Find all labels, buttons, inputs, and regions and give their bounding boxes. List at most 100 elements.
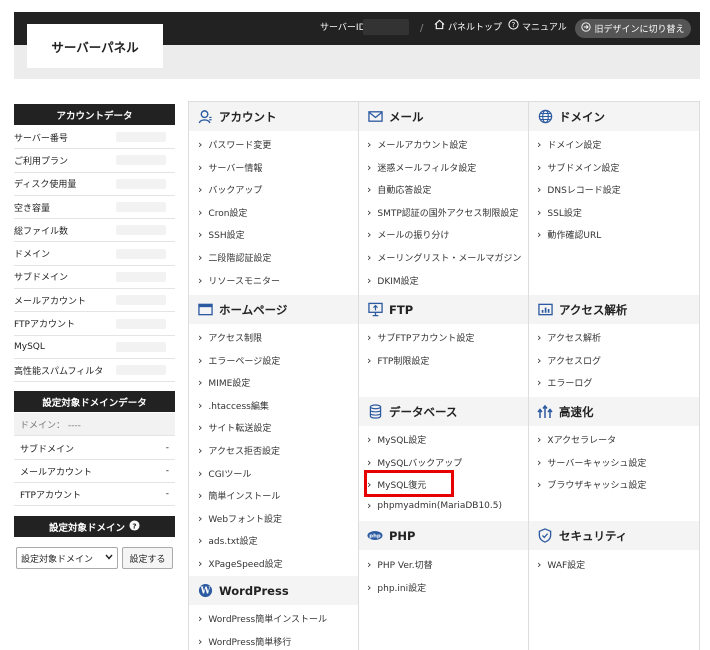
logo[interactable]: サーバーパネル: [27, 24, 163, 68]
nav-link-homepage[interactable]: サイト転送設定: [198, 421, 271, 434]
domain-data-value: -: [165, 443, 169, 453]
current-domain-row: ドメイン： ----: [14, 413, 175, 436]
nav-link-ftp[interactable]: サブFTPアカウント設定: [367, 331, 474, 344]
nav-link-domain[interactable]: 動作確認URL: [537, 228, 601, 241]
nav-link-domain[interactable]: サブドメイン設定: [537, 161, 619, 174]
old-design-button[interactable]: 旧デザインに切り替え: [575, 19, 691, 38]
nav-link-security[interactable]: WAF設定: [537, 558, 585, 571]
manual-link[interactable]: ? マニュアル: [508, 12, 567, 45]
nav-link-homepage[interactable]: エラーページ設定: [198, 354, 280, 367]
section-title: アカウント: [219, 109, 277, 124]
nav-link-account[interactable]: SSH設定: [198, 228, 244, 241]
globe-icon: [537, 109, 553, 125]
nav-link-speed[interactable]: ブラウザキャッシュ設定: [537, 478, 646, 491]
nav-link-homepage[interactable]: MIME設定: [198, 376, 250, 389]
section-title: FTP: [389, 302, 414, 317]
account-data-row: サブドメイン: [14, 266, 175, 290]
nav-link-account[interactable]: パスワード変更: [198, 138, 271, 151]
svg-text:?: ?: [512, 21, 516, 29]
svg-text:?: ?: [132, 521, 136, 530]
nav-link-wordpress[interactable]: WordPress簡単移行: [198, 635, 291, 648]
current-domain-label: ドメイン： ----: [20, 420, 81, 431]
nav-link-account[interactable]: サーバー情報: [198, 161, 262, 174]
section-title: セキュリティ: [559, 528, 628, 543]
set-domain-button[interactable]: 設定する: [122, 547, 173, 569]
account-data-row: FTPアカウント: [14, 312, 175, 336]
account-data-row: 高性能スパムフィルタ: [14, 359, 175, 383]
account-data-value: [116, 248, 166, 259]
nav-link-speed[interactable]: Xアクセラレータ: [537, 433, 616, 446]
nav-link-database[interactable]: MySQL設定: [367, 433, 426, 446]
account-data-title: アカウントデータ: [14, 104, 175, 125]
nav-link-access[interactable]: アクセスログ: [537, 354, 601, 367]
nav-link-speed[interactable]: サーバーキャッシュ設定: [537, 456, 646, 469]
section-title: データベース: [389, 404, 458, 419]
section-account-header: アカウント: [189, 102, 358, 131]
nav-link-mail[interactable]: メーリングリスト・メールマガジン: [367, 251, 521, 264]
target-domain-select-value: 設定対象ドメイン: [21, 554, 94, 565]
nav-link-account[interactable]: 二段階認証設定: [198, 251, 271, 264]
account-data-row: MySQL: [14, 336, 175, 359]
server-id-value: [363, 19, 409, 35]
nav-link-homepage[interactable]: XPageSpeed設定: [198, 557, 282, 570]
account-data-label: メールアカウント: [14, 296, 87, 307]
nav-link-php[interactable]: php.ini設定: [367, 581, 426, 594]
nav-link-database[interactable]: phpmyadmin(MariaDB10.5): [367, 501, 502, 511]
chart-icon: [537, 302, 553, 318]
nav-link-php[interactable]: PHP Ver.切替: [367, 558, 432, 571]
nav-link-homepage[interactable]: Webフォント設定: [198, 512, 282, 525]
nav-link-domain[interactable]: DNSレコード設定: [537, 183, 620, 196]
nav-link-account[interactable]: リソースモニター: [198, 274, 280, 287]
section-domain-header: ドメイン: [529, 102, 699, 131]
account-data-value: [116, 295, 166, 306]
nav-link-homepage[interactable]: アクセス拒否設定: [198, 444, 280, 457]
nav-link-homepage[interactable]: CGIツール: [198, 467, 251, 480]
nav-link-ftp[interactable]: FTP制限設定: [367, 354, 429, 367]
section-title: アクセス解析: [559, 302, 628, 317]
nav-link-account[interactable]: Cron設定: [198, 206, 247, 219]
nav-link-mail[interactable]: 迷惑メールフィルタ設定: [367, 161, 476, 174]
nav-link-mail[interactable]: DKIM設定: [367, 274, 418, 287]
nav-link-homepage[interactable]: 簡単インストール: [198, 489, 280, 502]
account-data-label: FTPアカウント: [14, 320, 75, 331]
nav-link-mail[interactable]: メールの振り分け: [367, 228, 449, 241]
target-domain-title: 設定対象ドメイン ?: [14, 516, 175, 537]
domain-data-value: -: [165, 489, 169, 499]
nav-link-database[interactable]: MySQLバックアップ: [367, 456, 462, 469]
nav-link-domain[interactable]: SSL設定: [537, 206, 581, 219]
target-domain-data-title: 設定対象ドメインデータ: [14, 391, 175, 412]
mail-icon: [367, 109, 383, 125]
nav-link-domain[interactable]: ドメイン設定: [537, 138, 601, 151]
domain-data-row: FTPアカウント -: [14, 483, 175, 506]
nav-link-mail[interactable]: SMTP認証の国外アクセス制限設定: [367, 206, 518, 219]
manual-label: マニュアル: [522, 23, 567, 33]
nav-link-homepage[interactable]: ads.txt設定: [198, 534, 257, 547]
nav-link-account[interactable]: バックアップ: [198, 183, 262, 196]
nav-link-access[interactable]: エラーログ: [537, 376, 592, 389]
account-data-row: サーバー番号: [14, 126, 175, 150]
panel-top-label: パネルトップ: [448, 23, 503, 33]
account-data-label: サブドメイン: [14, 273, 69, 284]
nav-link-homepage[interactable]: アクセス制限: [198, 331, 262, 344]
mysql-restore-highlight: [364, 470, 454, 497]
panel-top-link[interactable]: パネルトップ: [434, 12, 502, 45]
account-data-label: ディスク使用量: [14, 180, 77, 191]
account-data-row: ご利用プラン: [14, 149, 175, 173]
section-mail-header: メール: [359, 102, 528, 131]
account-data-label: サーバー番号: [14, 133, 68, 144]
domain-data-label: FTPアカウント: [20, 490, 81, 501]
nav-link-mail[interactable]: 自動応答設定: [367, 183, 431, 196]
help-icon[interactable]: ?: [129, 519, 140, 534]
nav-link-homepage[interactable]: .htaccess編集: [198, 399, 268, 412]
nav-link-mail[interactable]: メールアカウント設定: [367, 138, 467, 151]
nav-link-wordpress[interactable]: WordPress簡単インストール: [198, 612, 327, 625]
target-domain-select[interactable]: 設定対象ドメイン: [16, 547, 118, 569]
account-data-row: 空き容量: [14, 196, 175, 220]
section-title: WordPress: [219, 583, 289, 598]
section-title: メール: [389, 109, 424, 124]
nav-link-access[interactable]: アクセス解析: [537, 331, 601, 344]
column-divider: [528, 101, 529, 650]
section-homepage-header: ホームページ: [189, 295, 358, 324]
section-title: ホームページ: [219, 302, 288, 317]
account-data-value: [116, 202, 166, 213]
